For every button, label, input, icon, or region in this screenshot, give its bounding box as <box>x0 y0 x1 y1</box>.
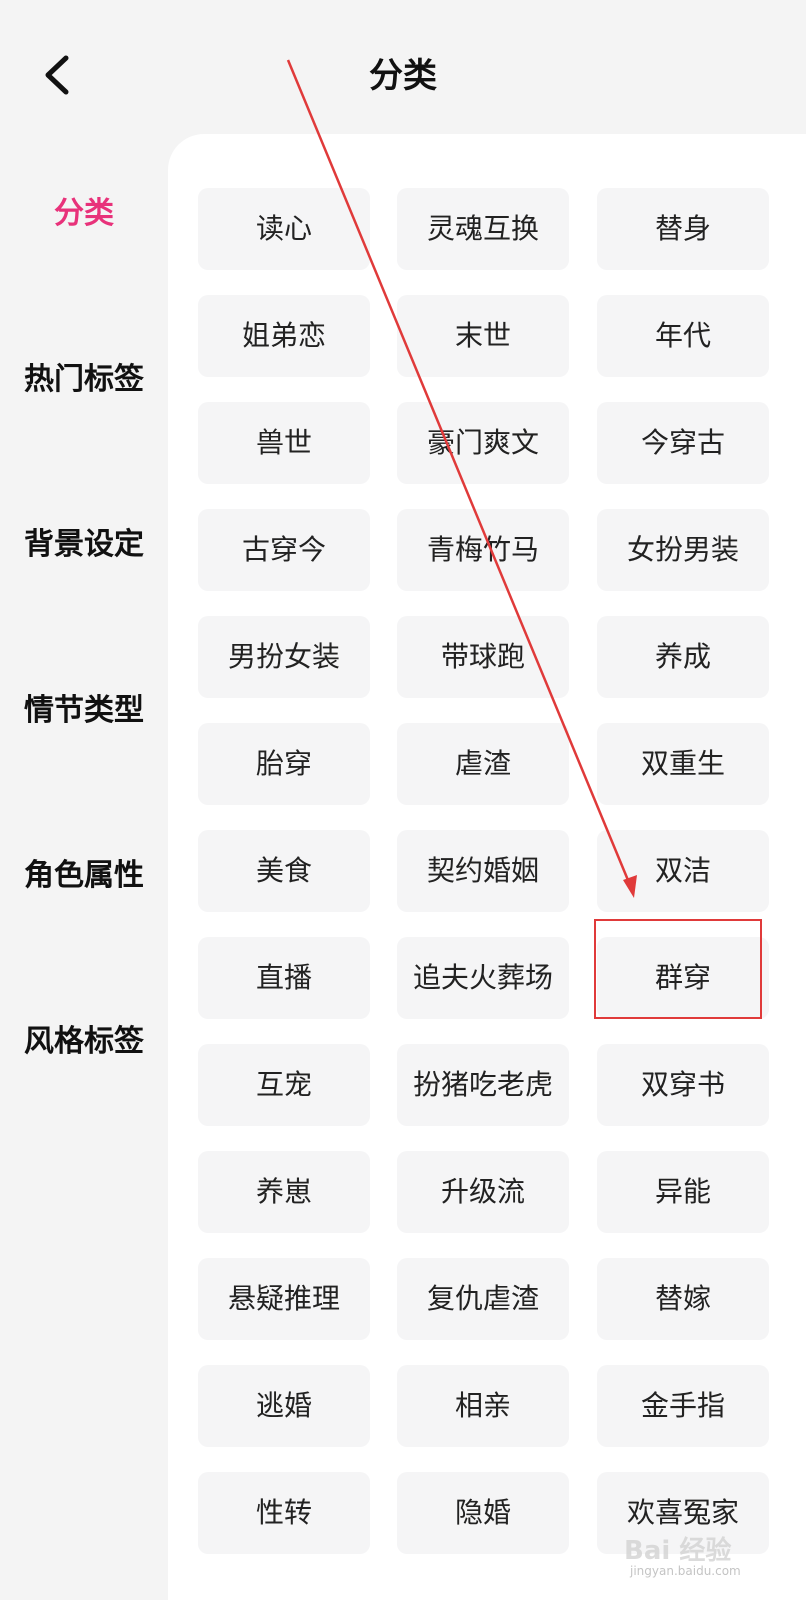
tag-item[interactable]: 相亲 <box>397 1365 569 1447</box>
tag-item[interactable]: 双重生 <box>597 723 769 805</box>
tag-item[interactable]: 美食 <box>198 830 370 912</box>
sidebar-item-character-attribute[interactable]: 角色属性 <box>0 846 168 906</box>
tag-item[interactable]: 今穿古 <box>597 402 769 484</box>
tag-item[interactable]: 姐弟恋 <box>198 295 370 377</box>
header-bar: 分类 <box>0 0 806 140</box>
tag-item[interactable]: 直播 <box>198 937 370 1019</box>
tag-item[interactable]: 性转 <box>198 1472 370 1554</box>
tag-item[interactable]: 金手指 <box>597 1365 769 1447</box>
tag-item[interactable]: 扮猪吃老虎 <box>397 1044 569 1126</box>
tag-item[interactable]: 养成 <box>597 616 769 698</box>
tag-item[interactable]: 复仇虐渣 <box>397 1258 569 1340</box>
tag-item[interactable]: 胎穿 <box>198 723 370 805</box>
tag-item[interactable]: 替身 <box>597 188 769 270</box>
tag-item[interactable]: 女扮男装 <box>597 509 769 591</box>
tag-item[interactable]: 虐渣 <box>397 723 569 805</box>
tag-item[interactable]: 异能 <box>597 1151 769 1233</box>
tag-item[interactable]: 兽世 <box>198 402 370 484</box>
tag-item[interactable]: 年代 <box>597 295 769 377</box>
tag-item[interactable]: 古穿今 <box>198 509 370 591</box>
sidebar-item-style-tags[interactable]: 风格标签 <box>0 1012 168 1072</box>
sidebar-item-background-setting[interactable]: 背景设定 <box>0 515 168 575</box>
tag-item[interactable]: 末世 <box>397 295 569 377</box>
tag-grid-panel: 读心 灵魂互换 替身姐弟恋 末世 年代兽世 豪门爽文 今穿古古穿今 青梅竹马 女扮男装男扮女装带… <box>168 134 806 1600</box>
tag-item[interactable]: 双洁 <box>597 830 769 912</box>
tag-item[interactable]: 灵魂互换 <box>397 188 569 270</box>
category-sidebar: 分类 热门标签 背景设定 情节类型 角色属性 风格标签 <box>0 140 168 1600</box>
tag-item[interactable]: 男扮女装 <box>198 616 370 698</box>
tag-item[interactable]: 青梅竹马 <box>397 509 569 591</box>
tag-item[interactable]: 逃婚 <box>198 1365 370 1447</box>
page-title: 分类 <box>369 56 437 96</box>
tag-item[interactable]: 互宠 <box>198 1044 370 1126</box>
tag-item[interactable]: 追夫火葬场 <box>397 937 569 1019</box>
tag-item[interactable]: 欢喜冤家 <box>597 1472 769 1554</box>
tag-item[interactable]: 升级流 <box>397 1151 569 1233</box>
tag-item[interactable]: 双穿书 <box>597 1044 769 1126</box>
tag-item[interactable]: 群穿 <box>597 937 769 1019</box>
sidebar-item-category[interactable]: 分类 <box>0 184 168 244</box>
tag-item[interactable]: 读心 <box>198 188 370 270</box>
tag-item[interactable]: 豪门爽文 <box>397 402 569 484</box>
tag-item[interactable]: 养崽 <box>198 1151 370 1233</box>
tag-item[interactable]: 悬疑推理 <box>198 1258 370 1340</box>
tag-item[interactable]: 带球跑 <box>397 616 569 698</box>
tag-item[interactable]: 契约婚姻 <box>397 830 569 912</box>
sidebar-item-hot-tags[interactable]: 热门标签 <box>0 350 168 410</box>
tag-item[interactable]: 隐婚 <box>397 1472 569 1554</box>
sidebar-item-plot-type[interactable]: 情节类型 <box>0 681 168 741</box>
tag-item[interactable]: 替嫁 <box>597 1258 769 1340</box>
